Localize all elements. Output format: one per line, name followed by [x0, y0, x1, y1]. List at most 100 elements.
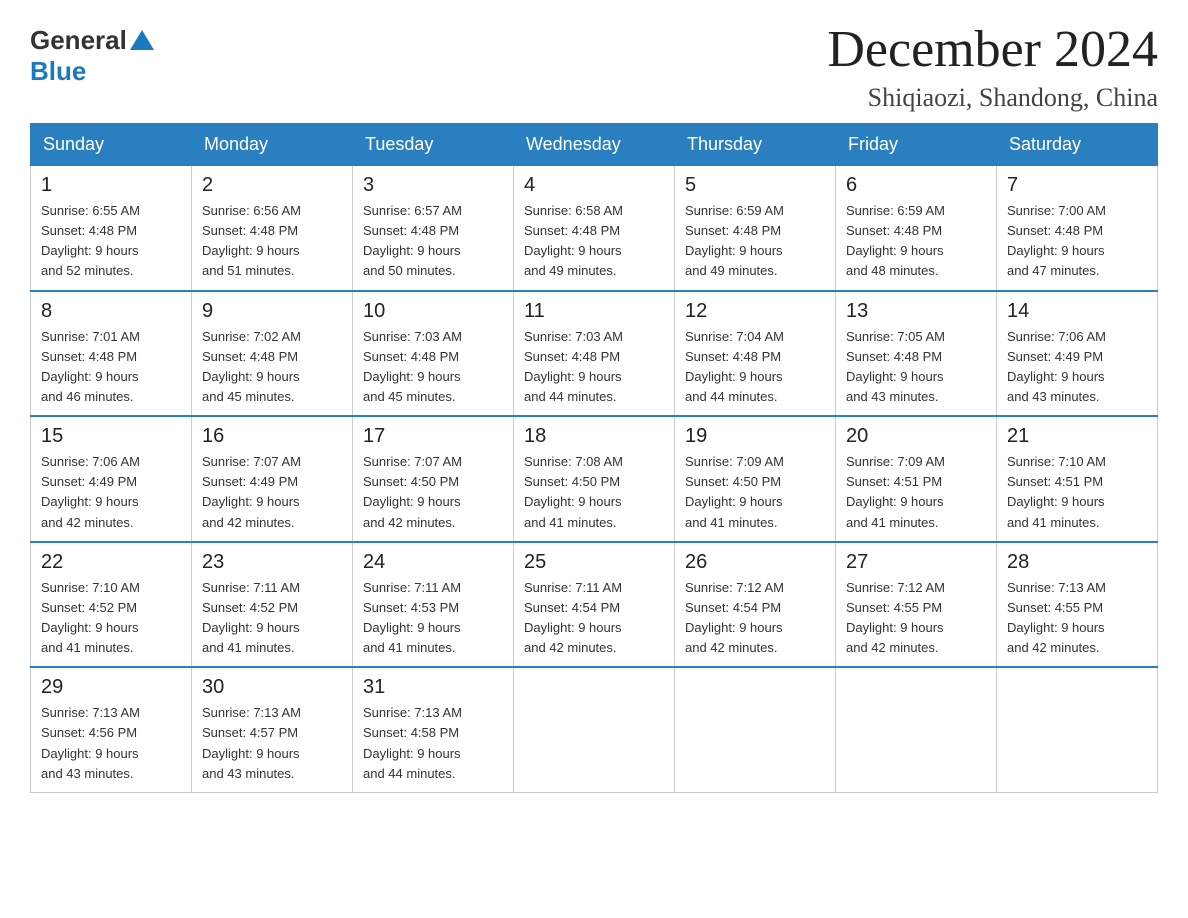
- col-thursday: Thursday: [675, 124, 836, 166]
- day-info: Sunrise: 7:03 AM Sunset: 4:48 PM Dayligh…: [363, 327, 503, 408]
- day-number: 31: [363, 676, 503, 699]
- col-saturday: Saturday: [997, 124, 1158, 166]
- day-number: 21: [1007, 425, 1147, 448]
- header-row: Sunday Monday Tuesday Wednesday Thursday…: [31, 124, 1158, 166]
- col-tuesday: Tuesday: [353, 124, 514, 166]
- table-row: 14 Sunrise: 7:06 AM Sunset: 4:49 PM Dayl…: [997, 291, 1158, 417]
- table-row: 28 Sunrise: 7:13 AM Sunset: 4:55 PM Dayl…: [997, 542, 1158, 668]
- day-info: Sunrise: 7:01 AM Sunset: 4:48 PM Dayligh…: [41, 327, 181, 408]
- day-info: Sunrise: 7:07 AM Sunset: 4:49 PM Dayligh…: [202, 452, 342, 533]
- day-number: 7: [1007, 174, 1147, 197]
- col-friday: Friday: [836, 124, 997, 166]
- day-info: Sunrise: 6:56 AM Sunset: 4:48 PM Dayligh…: [202, 201, 342, 282]
- day-number: 23: [202, 551, 342, 574]
- table-row: 4 Sunrise: 6:58 AM Sunset: 4:48 PM Dayli…: [514, 166, 675, 291]
- day-number: 20: [846, 425, 986, 448]
- table-row: 11 Sunrise: 7:03 AM Sunset: 4:48 PM Dayl…: [514, 291, 675, 417]
- day-info: Sunrise: 6:59 AM Sunset: 4:48 PM Dayligh…: [846, 201, 986, 282]
- table-row: 7 Sunrise: 7:00 AM Sunset: 4:48 PM Dayli…: [997, 166, 1158, 291]
- day-number: 4: [524, 174, 664, 197]
- day-number: 19: [685, 425, 825, 448]
- day-number: 18: [524, 425, 664, 448]
- table-row: 23 Sunrise: 7:11 AM Sunset: 4:52 PM Dayl…: [192, 542, 353, 668]
- table-row: 8 Sunrise: 7:01 AM Sunset: 4:48 PM Dayli…: [31, 291, 192, 417]
- calendar-title: December 2024: [827, 20, 1158, 79]
- day-info: Sunrise: 7:10 AM Sunset: 4:52 PM Dayligh…: [41, 578, 181, 659]
- day-number: 30: [202, 676, 342, 699]
- day-number: 2: [202, 174, 342, 197]
- table-row: 26 Sunrise: 7:12 AM Sunset: 4:54 PM Dayl…: [675, 542, 836, 668]
- table-row: 10 Sunrise: 7:03 AM Sunset: 4:48 PM Dayl…: [353, 291, 514, 417]
- day-number: 10: [363, 300, 503, 323]
- day-info: Sunrise: 7:13 AM Sunset: 4:57 PM Dayligh…: [202, 703, 342, 784]
- table-row: 12 Sunrise: 7:04 AM Sunset: 4:48 PM Dayl…: [675, 291, 836, 417]
- logo-blue-text: Blue: [30, 56, 86, 87]
- day-number: 17: [363, 425, 503, 448]
- day-info: Sunrise: 6:59 AM Sunset: 4:48 PM Dayligh…: [685, 201, 825, 282]
- table-row: 24 Sunrise: 7:11 AM Sunset: 4:53 PM Dayl…: [353, 542, 514, 668]
- table-row: [675, 667, 836, 792]
- day-number: 26: [685, 551, 825, 574]
- day-info: Sunrise: 7:06 AM Sunset: 4:49 PM Dayligh…: [1007, 327, 1147, 408]
- logo-general-text: General: [30, 25, 127, 56]
- logo-triangle-icon: [130, 30, 154, 50]
- calendar-week-row: 29 Sunrise: 7:13 AM Sunset: 4:56 PM Dayl…: [31, 667, 1158, 792]
- table-row: 25 Sunrise: 7:11 AM Sunset: 4:54 PM Dayl…: [514, 542, 675, 668]
- table-row: 29 Sunrise: 7:13 AM Sunset: 4:56 PM Dayl…: [31, 667, 192, 792]
- col-wednesday: Wednesday: [514, 124, 675, 166]
- day-info: Sunrise: 7:06 AM Sunset: 4:49 PM Dayligh…: [41, 452, 181, 533]
- day-number: 1: [41, 174, 181, 197]
- day-number: 14: [1007, 300, 1147, 323]
- day-number: 22: [41, 551, 181, 574]
- calendar-week-row: 1 Sunrise: 6:55 AM Sunset: 4:48 PM Dayli…: [31, 166, 1158, 291]
- day-number: 27: [846, 551, 986, 574]
- day-number: 29: [41, 676, 181, 699]
- day-number: 13: [846, 300, 986, 323]
- day-number: 5: [685, 174, 825, 197]
- logo-blue-part: [127, 30, 154, 52]
- calendar-week-row: 15 Sunrise: 7:06 AM Sunset: 4:49 PM Dayl…: [31, 416, 1158, 542]
- day-info: Sunrise: 7:00 AM Sunset: 4:48 PM Dayligh…: [1007, 201, 1147, 282]
- day-info: Sunrise: 7:10 AM Sunset: 4:51 PM Dayligh…: [1007, 452, 1147, 533]
- day-info: Sunrise: 7:09 AM Sunset: 4:51 PM Dayligh…: [846, 452, 986, 533]
- day-info: Sunrise: 7:03 AM Sunset: 4:48 PM Dayligh…: [524, 327, 664, 408]
- day-number: 9: [202, 300, 342, 323]
- calendar-week-row: 8 Sunrise: 7:01 AM Sunset: 4:48 PM Dayli…: [31, 291, 1158, 417]
- table-row: 18 Sunrise: 7:08 AM Sunset: 4:50 PM Dayl…: [514, 416, 675, 542]
- day-info: Sunrise: 7:07 AM Sunset: 4:50 PM Dayligh…: [363, 452, 503, 533]
- day-number: 11: [524, 300, 664, 323]
- table-row: 13 Sunrise: 7:05 AM Sunset: 4:48 PM Dayl…: [836, 291, 997, 417]
- day-number: 6: [846, 174, 986, 197]
- day-number: 15: [41, 425, 181, 448]
- calendar-week-row: 22 Sunrise: 7:10 AM Sunset: 4:52 PM Dayl…: [31, 542, 1158, 668]
- table-row: 30 Sunrise: 7:13 AM Sunset: 4:57 PM Dayl…: [192, 667, 353, 792]
- table-row: 21 Sunrise: 7:10 AM Sunset: 4:51 PM Dayl…: [997, 416, 1158, 542]
- day-info: Sunrise: 7:05 AM Sunset: 4:48 PM Dayligh…: [846, 327, 986, 408]
- day-info: Sunrise: 7:09 AM Sunset: 4:50 PM Dayligh…: [685, 452, 825, 533]
- table-row: 22 Sunrise: 7:10 AM Sunset: 4:52 PM Dayl…: [31, 542, 192, 668]
- table-row: 9 Sunrise: 7:02 AM Sunset: 4:48 PM Dayli…: [192, 291, 353, 417]
- col-sunday: Sunday: [31, 124, 192, 166]
- day-info: Sunrise: 7:11 AM Sunset: 4:54 PM Dayligh…: [524, 578, 664, 659]
- table-row: 3 Sunrise: 6:57 AM Sunset: 4:48 PM Dayli…: [353, 166, 514, 291]
- table-row: [836, 667, 997, 792]
- day-info: Sunrise: 6:58 AM Sunset: 4:48 PM Dayligh…: [524, 201, 664, 282]
- table-row: [997, 667, 1158, 792]
- calendar-table: Sunday Monday Tuesday Wednesday Thursday…: [30, 123, 1158, 793]
- table-row: 19 Sunrise: 7:09 AM Sunset: 4:50 PM Dayl…: [675, 416, 836, 542]
- day-info: Sunrise: 7:02 AM Sunset: 4:48 PM Dayligh…: [202, 327, 342, 408]
- day-info: Sunrise: 7:08 AM Sunset: 4:50 PM Dayligh…: [524, 452, 664, 533]
- table-row: [514, 667, 675, 792]
- day-info: Sunrise: 7:13 AM Sunset: 4:58 PM Dayligh…: [363, 703, 503, 784]
- day-number: 25: [524, 551, 664, 574]
- table-row: 17 Sunrise: 7:07 AM Sunset: 4:50 PM Dayl…: [353, 416, 514, 542]
- calendar-subtitle: Shiqiaozi, Shandong, China: [827, 83, 1158, 113]
- table-row: 31 Sunrise: 7:13 AM Sunset: 4:58 PM Dayl…: [353, 667, 514, 792]
- table-row: 15 Sunrise: 7:06 AM Sunset: 4:49 PM Dayl…: [31, 416, 192, 542]
- calendar-body: 1 Sunrise: 6:55 AM Sunset: 4:48 PM Dayli…: [31, 166, 1158, 793]
- day-number: 16: [202, 425, 342, 448]
- day-info: Sunrise: 7:12 AM Sunset: 4:55 PM Dayligh…: [846, 578, 986, 659]
- day-info: Sunrise: 7:13 AM Sunset: 4:55 PM Dayligh…: [1007, 578, 1147, 659]
- col-monday: Monday: [192, 124, 353, 166]
- day-info: Sunrise: 7:13 AM Sunset: 4:56 PM Dayligh…: [41, 703, 181, 784]
